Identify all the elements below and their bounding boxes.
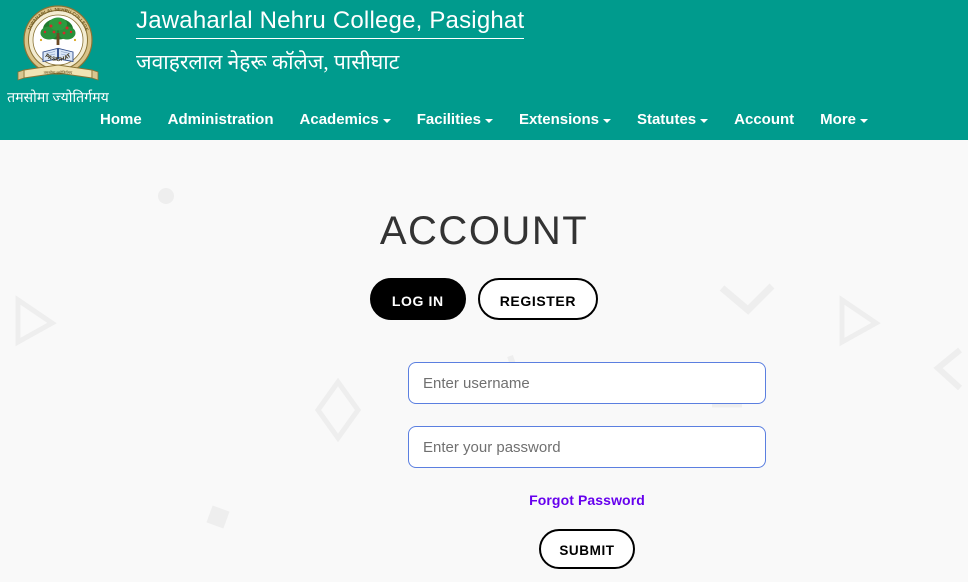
brand-titles: Jawaharlal Nehru College, Pasighat जवाहर…	[136, 6, 525, 76]
college-logo[interactable]: JAWAHARLAL NEHRU COLLEGE PASIGHAT तमसोमा…	[10, 2, 106, 86]
submit-button[interactable]: SUBMIT	[539, 529, 635, 569]
college-title-hindi: जवाहरलाल नेहरू कॉलेज, पासीघाट	[136, 50, 400, 74]
nav-item-statutes[interactable]: Statutes	[624, 105, 721, 135]
forgot-password-row: Forgot Password	[408, 492, 766, 510]
nav-label: Facilities	[416, 111, 481, 128]
username-input[interactable]	[408, 362, 766, 404]
nav-item-more[interactable]: More	[807, 105, 881, 135]
chevron-down-icon	[382, 119, 391, 123]
nav-item-home[interactable]: Home	[87, 105, 155, 135]
submit-row: SUBMIT	[408, 529, 766, 569]
login-form: Forgot Password SUBMIT	[408, 362, 766, 569]
auth-tab-group: LOG IN REGISTER	[0, 278, 968, 320]
tab-login[interactable]: LOG IN	[369, 278, 466, 320]
nav-item-extensions[interactable]: Extensions	[506, 105, 624, 135]
nav-label: Extensions	[518, 111, 599, 128]
chevron-down-icon	[700, 119, 709, 123]
chevron-down-icon	[860, 119, 868, 123]
tab-register[interactable]: REGISTER	[477, 278, 599, 320]
site-header: JAWAHARLAL NEHRU COLLEGE PASIGHAT तमसोमा…	[0, 0, 968, 140]
nav-item-administration[interactable]: Administration	[155, 105, 287, 135]
college-title-english: Jawaharlal Nehru College, Pasighat	[136, 6, 525, 39]
main-navigation: Home Administration Academics Facilities…	[0, 100, 968, 140]
nav-label: Account	[734, 111, 795, 128]
nav-item-facilities[interactable]: Facilities	[404, 105, 506, 135]
chevron-down-icon	[602, 119, 611, 123]
nav-label: Administration	[167, 111, 274, 128]
nav-item-account[interactable]: Account	[721, 105, 807, 135]
forgot-password-link[interactable]: Forgot Password	[529, 492, 645, 508]
nav-label: Statutes	[636, 111, 697, 128]
nav-label: Academics	[299, 111, 379, 128]
account-content: ACCOUNT LOG IN REGISTER Forgot Password …	[0, 140, 968, 582]
college-emblem-icon: JAWAHARLAL NEHRU COLLEGE PASIGHAT तमसोमा…	[17, 5, 99, 81]
brand-row: JAWAHARLAL NEHRU COLLEGE PASIGHAT तमसोमा…	[0, 0, 968, 106]
nav-label: More	[820, 111, 856, 128]
chevron-down-icon	[484, 119, 493, 123]
svg-text:तमसोमा ज्योतिर्गमय: तमसोमा ज्योतिर्गमय	[44, 70, 73, 75]
page-title: ACCOUNT	[379, 208, 589, 253]
nav-item-academics[interactable]: Academics	[287, 105, 404, 135]
nav-label: Home	[99, 111, 142, 128]
account-page: ACCOUNT LOG IN REGISTER Forgot Password …	[0, 140, 968, 582]
password-input[interactable]	[408, 426, 766, 468]
